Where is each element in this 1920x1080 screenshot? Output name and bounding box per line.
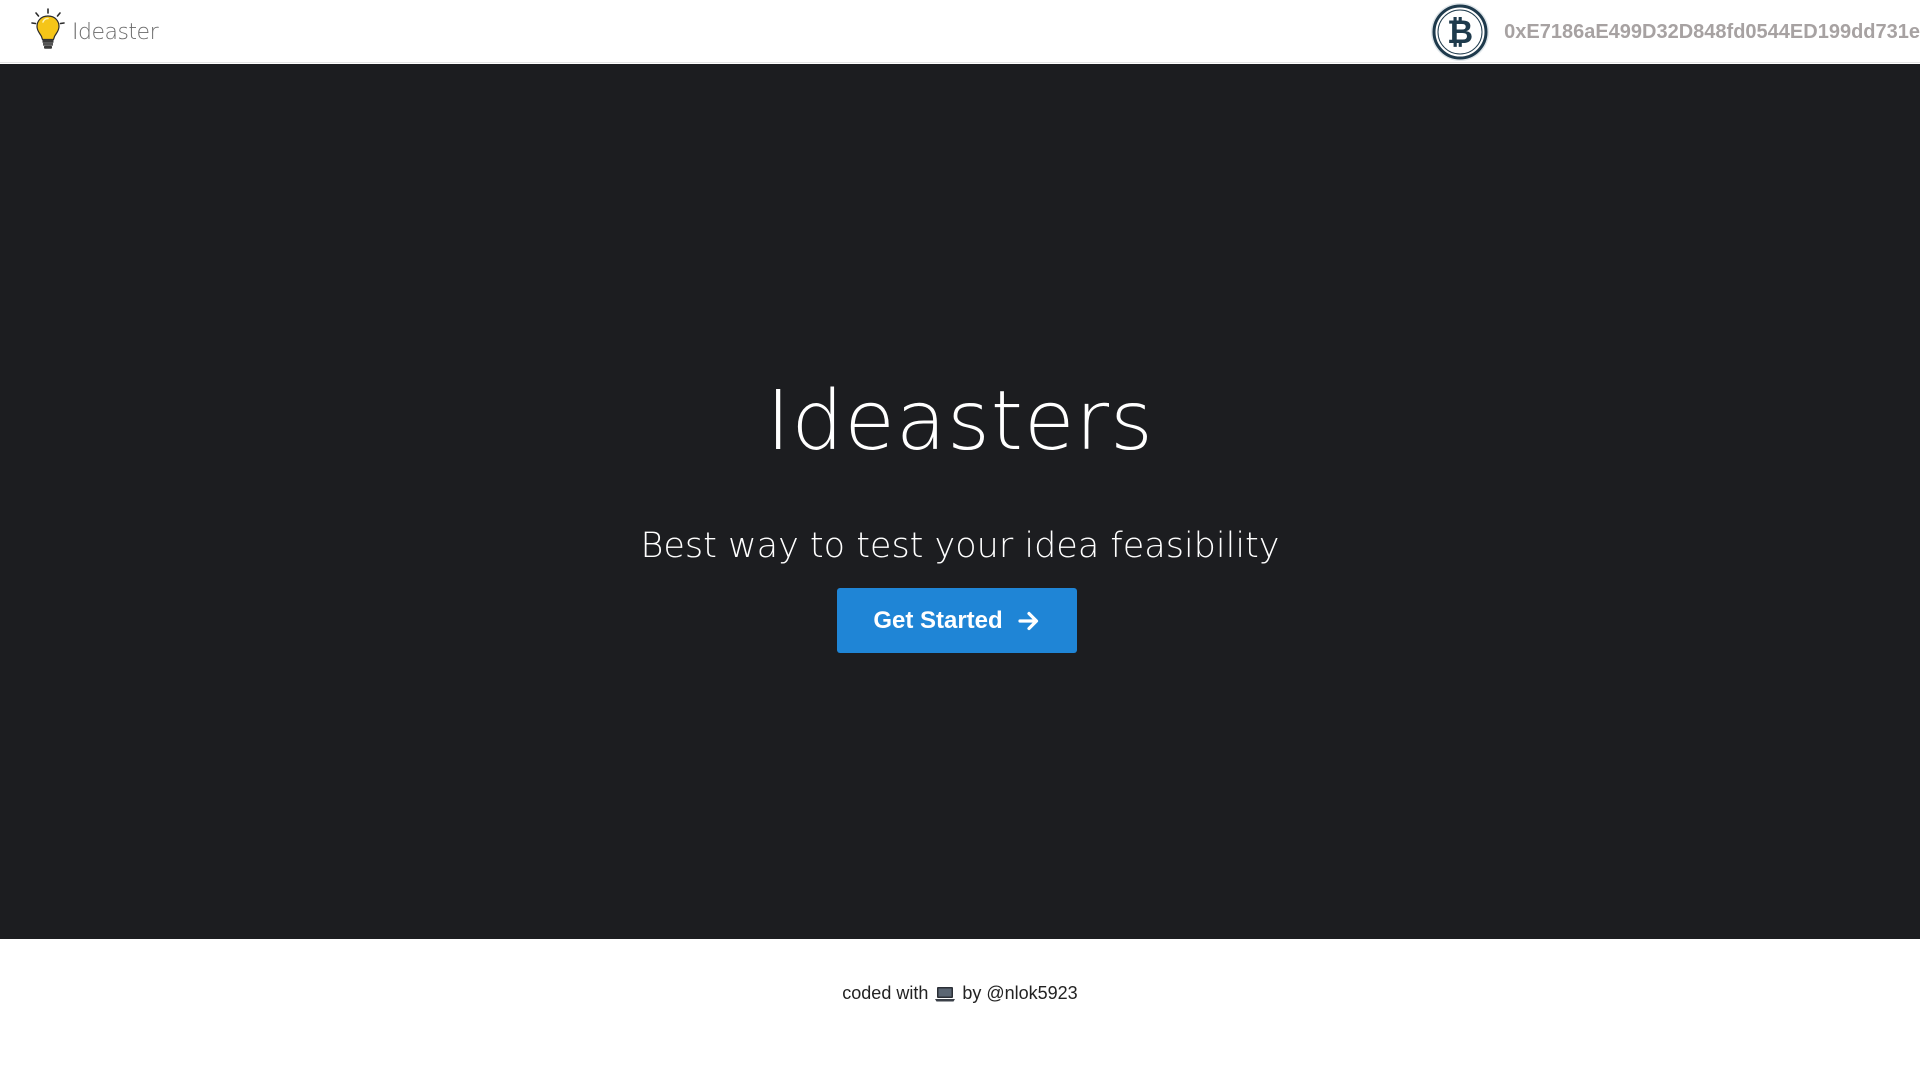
wallet-indicator[interactable]: ₿ 0xE7186aE499D32D848fd0544ED199dd731e <box>1430 2 1920 62</box>
footer-author[interactable]: by @nlok5923 <box>962 983 1077 1004</box>
hero-subtitle: Best way to test your idea feasibility <box>640 526 1280 566</box>
laptop-icon <box>935 986 956 1001</box>
footer-credit: coded with by @nlok5923 <box>0 983 1920 1004</box>
get-started-button[interactable]: Get Started <box>837 588 1077 653</box>
svg-text:₿: ₿ <box>1447 13 1473 51</box>
brand-link[interactable]: Ideaster <box>30 8 159 52</box>
hero-title: Ideasters <box>766 374 1154 469</box>
navbar: Ideaster ₿ 0xE7186aE499D32D848fd0544ED19… <box>0 0 1920 63</box>
bitcoin-icon: ₿ <box>1431 3 1490 61</box>
wallet-address: 0xE7186aE499D32D848fd0544ED199dd731e <box>1504 20 1920 43</box>
lightbulb-icon <box>31 8 65 49</box>
footer-prefix: coded with <box>842 983 929 1003</box>
brand-name: Ideaster <box>72 19 159 45</box>
hero-section: Ideasters Best way to test your idea fea… <box>0 64 1920 939</box>
get-started-label: Get Started <box>873 606 1003 634</box>
footer: coded with by @nlok5923 <box>0 939 1920 1080</box>
arrow-right-icon <box>1018 611 1038 630</box>
